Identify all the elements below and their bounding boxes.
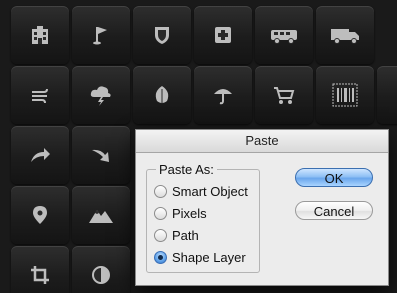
radio-label: Path: [172, 227, 199, 243]
radio-label: Shape Layer: [172, 249, 246, 265]
radio-button[interactable]: [154, 228, 167, 242]
barcode-icon[interactable]: [316, 66, 374, 124]
curved-arrow-down-icon[interactable]: [72, 126, 130, 184]
radio-button[interactable]: [154, 206, 167, 220]
paste-dialog: Paste Paste As: Smart Object Pixels Path…: [135, 129, 389, 286]
umbrella-icon[interactable]: [194, 66, 252, 124]
dialog-title: Paste: [136, 130, 388, 153]
curved-arrow-up-icon[interactable]: [11, 126, 69, 184]
flag-icon[interactable]: [72, 6, 130, 64]
contrast-icon[interactable]: [72, 246, 130, 293]
shopping-cart-icon[interactable]: [255, 66, 313, 124]
paste-as-label: Paste As:: [156, 162, 217, 177]
truck-icon[interactable]: [316, 6, 374, 64]
radio-smart-object[interactable]: Smart Object: [154, 182, 248, 200]
crop-icon[interactable]: [11, 246, 69, 293]
first-aid-icon[interactable]: [194, 6, 252, 64]
radio-label: Smart Object: [172, 183, 248, 199]
radio-button[interactable]: [154, 184, 167, 198]
radio-button-selected[interactable]: [154, 250, 167, 264]
wind-icon[interactable]: [11, 66, 69, 124]
gear-icon[interactable]: [377, 66, 397, 124]
screen: Paste Paste As: Smart Object Pixels Path…: [0, 0, 397, 293]
cancel-button[interactable]: Cancel: [295, 201, 373, 220]
mountains-icon[interactable]: [72, 186, 130, 244]
radio-label: Pixels: [172, 205, 207, 221]
building-icon[interactable]: [11, 6, 69, 64]
radio-path[interactable]: Path: [154, 226, 199, 244]
storm-cloud-icon[interactable]: [72, 66, 130, 124]
leaf-icon[interactable]: [133, 66, 191, 124]
radio-pixels[interactable]: Pixels: [154, 204, 207, 222]
shield-icon[interactable]: [133, 6, 191, 64]
map-pin-icon[interactable]: [11, 186, 69, 244]
radio-shape-layer[interactable]: Shape Layer: [154, 248, 246, 266]
ok-button[interactable]: OK: [295, 168, 373, 187]
bus-icon[interactable]: [255, 6, 313, 64]
